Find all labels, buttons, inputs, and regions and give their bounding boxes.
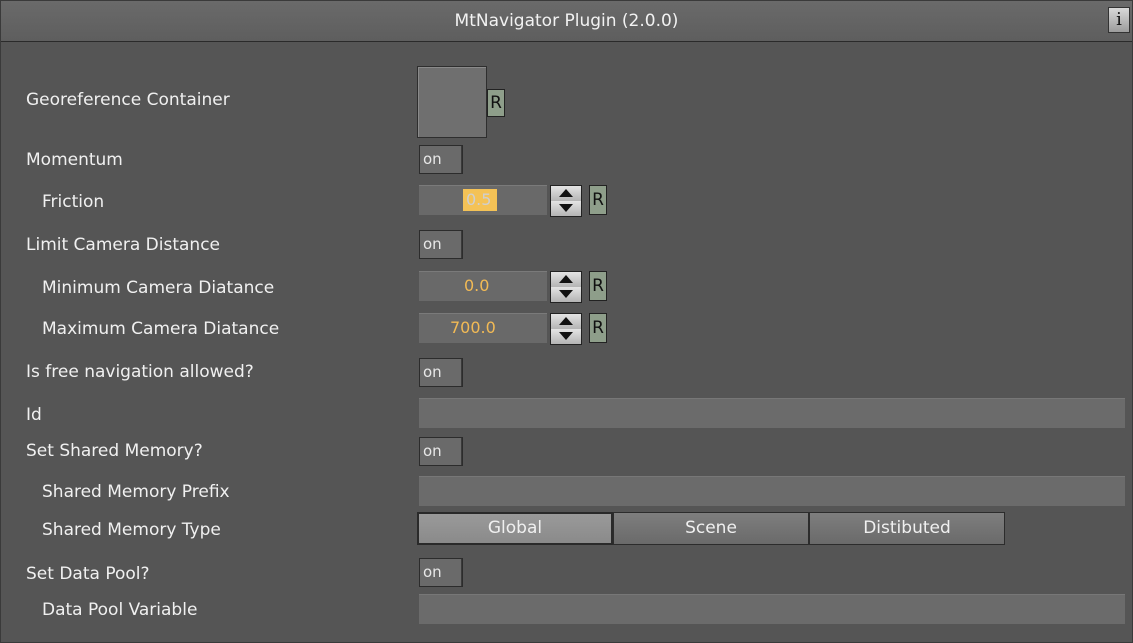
- shared-memory-toggle-label: on: [420, 438, 462, 465]
- limit-camera-toggle[interactable]: on: [419, 230, 463, 259]
- spin-up-icon[interactable]: [551, 186, 581, 202]
- shared-memory-label: Set Shared Memory?: [26, 441, 203, 461]
- min-camera-label: Minimum Camera Diatance: [42, 278, 275, 298]
- friction-stepper[interactable]: [550, 185, 582, 217]
- info-icon[interactable]: i: [1108, 7, 1130, 33]
- id-input[interactable]: [419, 398, 1125, 428]
- shared-type-global-button[interactable]: Global: [417, 512, 613, 545]
- momentum-label: Momentum: [26, 150, 123, 170]
- georeference-label: Georeference Container: [26, 90, 230, 110]
- georeference-drop-target[interactable]: [417, 66, 487, 138]
- data-pool-label: Set Data Pool?: [26, 564, 150, 584]
- spin-up-icon[interactable]: [551, 314, 581, 330]
- free-nav-toggle[interactable]: on: [419, 358, 463, 387]
- data-pool-toggle[interactable]: on: [419, 558, 463, 587]
- shared-memory-toggle[interactable]: on: [419, 437, 463, 466]
- max-camera-reset-button[interactable]: R: [589, 313, 607, 343]
- min-camera-field[interactable]: 0.0: [419, 271, 547, 301]
- min-camera-stepper[interactable]: [550, 271, 582, 303]
- momentum-toggle-label: on: [420, 146, 462, 173]
- georeference-reset-button[interactable]: R: [487, 89, 505, 117]
- min-camera-reset-button[interactable]: R: [589, 271, 607, 301]
- shared-prefix-label: Shared Memory Prefix: [42, 482, 230, 502]
- min-camera-value: 0.0: [464, 276, 490, 295]
- id-label: Id: [26, 405, 42, 425]
- free-nav-toggle-label: on: [420, 359, 462, 386]
- max-camera-value: 700.0: [450, 318, 496, 337]
- friction-value: 0.5: [463, 189, 498, 211]
- max-camera-label: Maximum Camera Diatance: [42, 319, 280, 339]
- shared-type-distributed-button[interactable]: Distibuted: [809, 512, 1005, 545]
- spin-up-icon[interactable]: [551, 272, 581, 288]
- free-nav-label: Is free navigation allowed?: [26, 362, 254, 382]
- spin-down-icon[interactable]: [551, 201, 581, 216]
- plugin-panel: MtNavigator Plugin (2.0.0) i Georeferenc…: [0, 0, 1133, 643]
- data-pool-var-input[interactable]: [419, 594, 1125, 624]
- data-pool-toggle-label: on: [420, 559, 462, 586]
- spin-down-icon[interactable]: [551, 329, 581, 344]
- friction-field[interactable]: 0.5: [419, 185, 547, 215]
- title-bar: MtNavigator Plugin (2.0.0) i: [1, 1, 1132, 42]
- limit-camera-label: Limit Camera Distance: [26, 235, 220, 255]
- friction-reset-button[interactable]: R: [589, 185, 607, 215]
- shared-prefix-input[interactable]: [419, 476, 1125, 506]
- window-title: MtNavigator Plugin (2.0.0): [454, 11, 679, 31]
- shared-type-label: Shared Memory Type: [42, 520, 221, 540]
- max-camera-field[interactable]: 700.0: [419, 313, 547, 343]
- limit-camera-toggle-label: on: [420, 231, 462, 258]
- momentum-toggle[interactable]: on: [419, 145, 463, 174]
- max-camera-stepper[interactable]: [550, 313, 582, 345]
- friction-label: Friction: [42, 192, 105, 212]
- data-pool-var-label: Data Pool Variable: [42, 600, 198, 620]
- spin-down-icon[interactable]: [551, 287, 581, 302]
- shared-type-scene-button[interactable]: Scene: [613, 512, 809, 545]
